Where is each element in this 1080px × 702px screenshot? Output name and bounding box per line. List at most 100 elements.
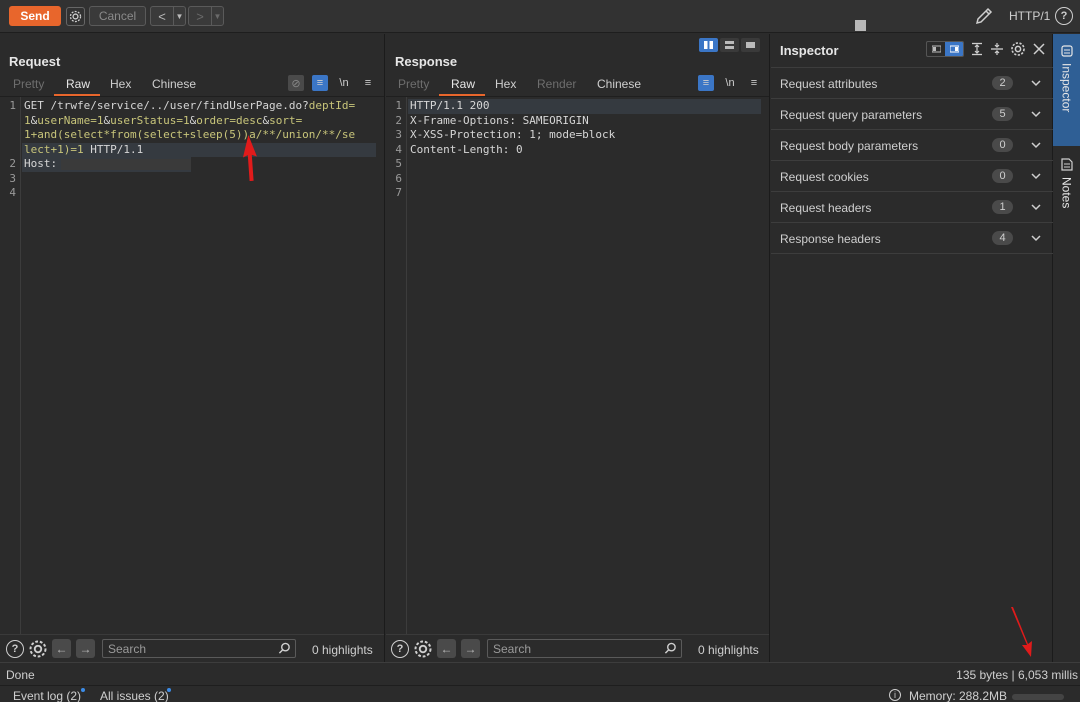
expand-all-icon[interactable] xyxy=(970,42,984,56)
help-icon[interactable]: ? xyxy=(391,640,409,658)
newline-icon[interactable]: \n xyxy=(336,75,352,91)
wrap-lines-icon[interactable]: ≡ xyxy=(312,75,328,91)
inspector-section-row[interactable]: Request cookies 0 xyxy=(771,160,1053,191)
window-square-icon xyxy=(855,20,866,31)
split-horizontal-icon[interactable] xyxy=(699,38,718,52)
request-editor[interactable]: 1 GET /trwfe/service/../user/findUserPage… xyxy=(0,96,384,634)
line-number: 4 xyxy=(9,186,16,199)
tab-chinese[interactable]: Chinese xyxy=(597,77,641,91)
inspector-divider xyxy=(771,253,1053,254)
line-number: 3 xyxy=(395,128,402,141)
response-editor[interactable]: 1 HTTP/1.1 200 2 X-Frame-Options: SAMEORIGI… xyxy=(386,96,769,634)
tab-hex[interactable]: Hex xyxy=(495,77,516,91)
close-icon[interactable] xyxy=(1032,42,1046,56)
hide-icon[interactable]: ⊘ xyxy=(288,75,304,91)
inspector-section-row[interactable]: Request attributes 2 xyxy=(771,67,1053,98)
gear-icon[interactable] xyxy=(1010,41,1026,57)
code-line[interactable]: lect+1)=1 HTTP/1.1 xyxy=(24,143,376,158)
response-search-input[interactable] xyxy=(488,640,681,657)
tab-chinese[interactable]: Chinese xyxy=(152,77,196,91)
send-settings-gear-icon[interactable] xyxy=(66,7,85,26)
newline-icon[interactable]: \n xyxy=(722,75,738,91)
tabs-layout-icon[interactable] xyxy=(741,38,760,52)
side-tab-inspector[interactable]: Inspector xyxy=(1053,34,1080,146)
code-line[interactable]: Content-Length: 0 xyxy=(410,143,761,158)
protocol-label[interactable]: HTTP/1 xyxy=(1009,9,1050,23)
chevron-down-icon[interactable]: ▼ xyxy=(211,7,223,25)
code-token: order=desc xyxy=(196,113,263,127)
pencil-icon[interactable] xyxy=(974,6,994,26)
inspector-section-row[interactable]: Response headers 4 xyxy=(771,222,1053,253)
back-arrow-icon: < xyxy=(158,8,166,24)
layout-left-icon[interactable] xyxy=(927,42,945,56)
inspector-layout-toggle[interactable] xyxy=(926,41,964,57)
response-search-box[interactable] xyxy=(487,639,682,658)
inspector-section-row[interactable]: Request headers 1 xyxy=(771,191,1053,222)
response-bottom-bar: ? ← → 0 highlights xyxy=(386,634,769,662)
gear-icon[interactable] xyxy=(28,639,48,659)
tab-pretty[interactable]: Pretty xyxy=(13,77,44,91)
side-tab-notes-label: Notes xyxy=(1059,177,1074,209)
back-button[interactable]: < ▼ xyxy=(150,6,186,26)
chevron-down-icon[interactable] xyxy=(1030,139,1042,151)
inspector-section-row[interactable]: Request query parameters 5 xyxy=(771,98,1053,129)
response-title: Response xyxy=(395,54,458,69)
inspector-section-label: Request headers xyxy=(780,201,872,215)
split-vertical-icon[interactable] xyxy=(720,38,739,52)
cancel-button[interactable]: Cancel xyxy=(89,6,146,26)
side-tab-notes[interactable]: Notes xyxy=(1053,154,1080,238)
menu-icon[interactable]: ≡ xyxy=(360,75,376,91)
count-badge: 5 xyxy=(992,107,1013,121)
code-line[interactable]: X-XSS-Protection: 1; mode=block xyxy=(410,128,761,143)
redacted-host-value xyxy=(61,158,192,170)
code-line[interactable]: X-Frame-Options: SAMEORIGIN xyxy=(410,114,761,129)
line-number: 2 xyxy=(395,113,402,127)
next-match-icon[interactable]: → xyxy=(76,639,95,658)
layout-toggle xyxy=(699,38,760,52)
code-token: sort= xyxy=(269,113,303,127)
tab-hex[interactable]: Hex xyxy=(110,77,131,91)
inspector-section-label: Request attributes xyxy=(780,77,878,91)
code-line[interactable]: 1&userName=1&userStatus=1&order=desc&sor… xyxy=(24,114,376,129)
previous-match-icon[interactable]: ← xyxy=(437,639,456,658)
menu-icon[interactable]: ≡ xyxy=(746,75,762,91)
code-line[interactable]: Host: xyxy=(24,157,376,172)
chevron-down-icon[interactable] xyxy=(1030,77,1042,89)
tab-raw[interactable]: Raw xyxy=(66,77,90,91)
chevron-down-icon[interactable] xyxy=(1030,170,1042,182)
layout-right-icon[interactable] xyxy=(945,42,963,56)
help-icon[interactable]: ? xyxy=(1055,7,1073,25)
wrap-lines-icon[interactable]: ≡ xyxy=(698,75,714,91)
chevron-down-icon[interactable]: ▼ xyxy=(173,7,185,25)
request-search-box[interactable] xyxy=(102,639,296,658)
chevron-down-icon[interactable] xyxy=(1030,232,1042,244)
tab-raw[interactable]: Raw xyxy=(451,77,475,91)
highlights-count: 0 highlights xyxy=(698,643,759,657)
count-badge: 0 xyxy=(992,138,1013,152)
request-search-input[interactable] xyxy=(103,640,295,657)
tab-pretty[interactable]: Pretty xyxy=(398,77,429,91)
previous-match-icon[interactable]: ← xyxy=(52,639,71,658)
inspector-tab-icon xyxy=(1060,45,1073,57)
side-tab-inspector-label: Inspector xyxy=(1059,63,1074,113)
code-line[interactable]: 1+and(select*from(select+sleep(5))a/**/u… xyxy=(24,128,376,143)
event-log-link[interactable]: Event log (2) xyxy=(13,689,81,702)
chevron-down-icon[interactable] xyxy=(1030,108,1042,120)
chevron-down-icon[interactable] xyxy=(1030,201,1042,213)
info-icon[interactable]: i xyxy=(889,689,901,701)
tab-render[interactable]: Render xyxy=(537,77,576,91)
code-line[interactable]: HTTP/1.1 200 xyxy=(410,99,761,114)
next-match-icon[interactable]: → xyxy=(461,639,480,658)
code-line[interactable]: GET /trwfe/service/../user/findUserPage.… xyxy=(24,99,376,114)
code-token: 1 xyxy=(24,113,31,127)
inspector-section-label: Request cookies xyxy=(780,170,869,184)
send-button[interactable]: Send xyxy=(9,6,61,26)
help-icon[interactable]: ? xyxy=(6,640,24,658)
forward-button[interactable]: > ▼ xyxy=(188,6,224,26)
all-issues-link[interactable]: All issues (2) xyxy=(100,689,169,702)
inspector-section-label: Request body parameters xyxy=(780,139,919,153)
inspector-section-row[interactable]: Request body parameters 0 xyxy=(771,129,1053,160)
code-token: userName=1 xyxy=(37,113,104,127)
gear-icon[interactable] xyxy=(413,639,433,659)
collapse-all-icon[interactable] xyxy=(990,42,1004,56)
